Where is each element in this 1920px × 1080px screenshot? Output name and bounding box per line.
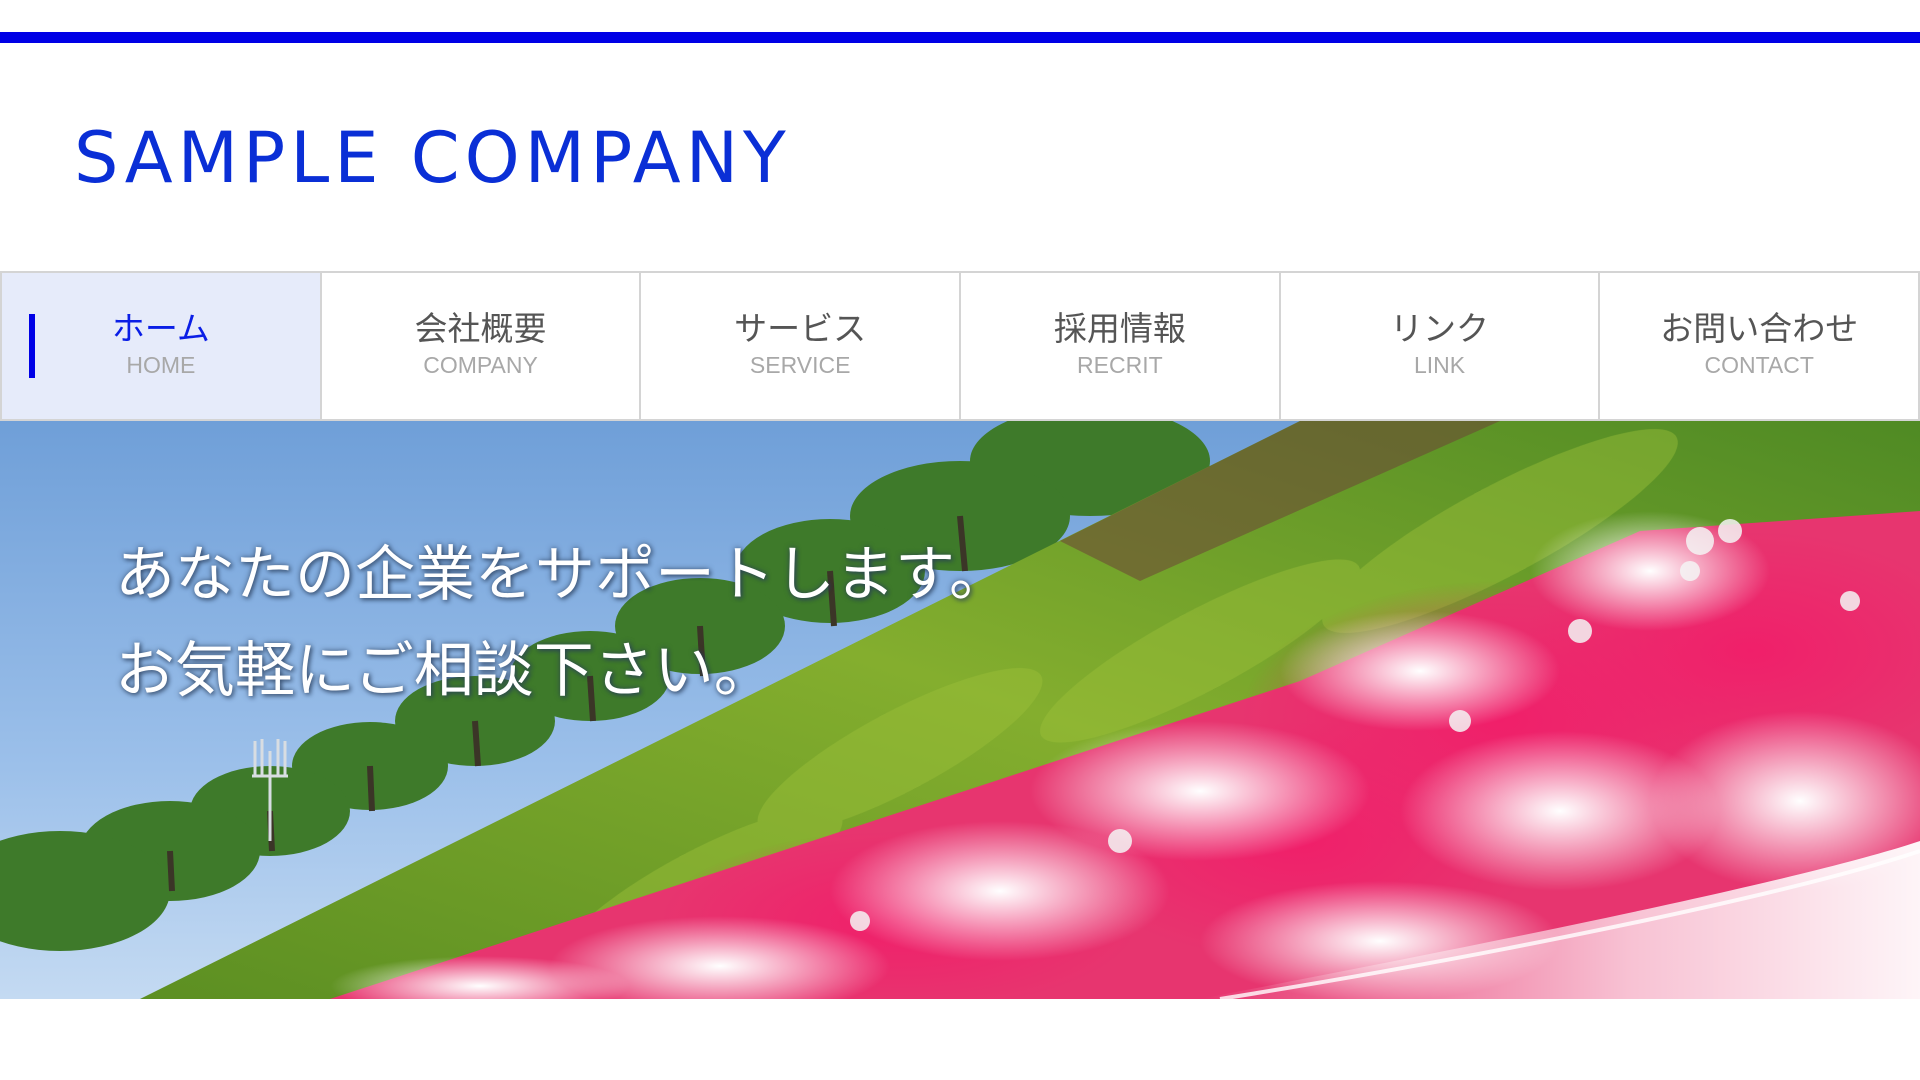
- top-accent-bar: [0, 32, 1920, 43]
- nav-item-service[interactable]: サービス SERVICE: [641, 273, 962, 419]
- nav-item-sublabel: CONTACT: [1704, 352, 1814, 378]
- nav-item-sublabel: HOME: [126, 352, 196, 378]
- hero-banner: あなたの企業をサポートします。 お気軽にご相談下さい。: [0, 421, 1920, 999]
- nav-item-sublabel: COMPANY: [423, 352, 538, 378]
- nav-item-link[interactable]: リンク LINK: [1280, 273, 1601, 419]
- site-logo[interactable]: SAMPLE COMPANY: [74, 118, 791, 198]
- nav-item-contact[interactable]: お問い合わせ CONTACT: [1600, 273, 1920, 419]
- nav-item-sublabel: SERVICE: [749, 352, 851, 378]
- global-nav: ホーム HOME 会社概要 COMPANY サービス SERVICE 採用情報 …: [0, 271, 1920, 421]
- nav-item-sublabel: LINK: [1413, 352, 1466, 378]
- hero-tagline-line1: あなたの企業をサポートします。: [115, 540, 1009, 610]
- hero-tagline-line2: お気軽にご相談下さい。: [115, 636, 774, 706]
- nav-item-label: お問い合わせ: [1660, 309, 1859, 348]
- active-indicator: [29, 314, 35, 378]
- nav-item-label: サービス: [734, 309, 867, 348]
- nav-item-label: 会社概要: [414, 309, 547, 348]
- nav-item-company[interactable]: 会社概要 COMPANY: [321, 273, 642, 419]
- nav-item-sublabel: RECRIT: [1077, 352, 1163, 378]
- nav-item-label: 採用情報: [1053, 309, 1186, 348]
- nav-item-label: ホーム: [111, 309, 210, 348]
- hero-tagline: あなたの企業をサポートします。 お気軽にご相談下さい。: [115, 527, 1009, 719]
- nav-item-recruit[interactable]: 採用情報 RECRIT: [961, 273, 1281, 419]
- nav-item-label: リンク: [1390, 309, 1490, 348]
- nav-item-home[interactable]: ホーム HOME: [0, 273, 322, 419]
